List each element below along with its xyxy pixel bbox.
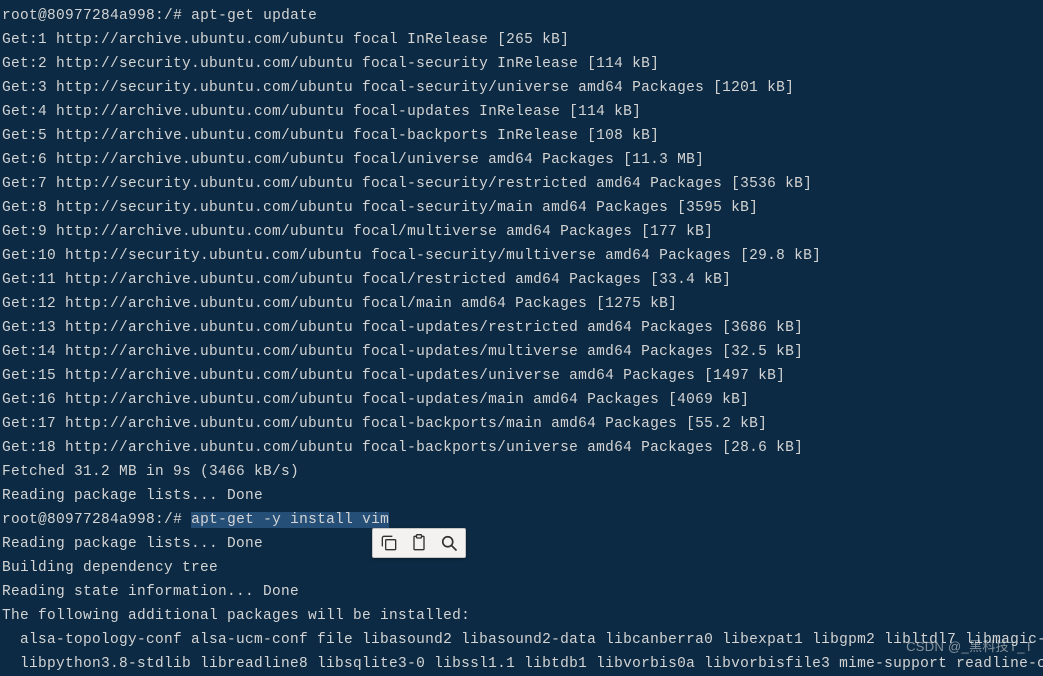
output-line: Building dependency tree [2, 556, 1041, 580]
output-line: Fetched 31.2 MB in 9s (3466 kB/s) [2, 460, 1041, 484]
output-line: Get:8 http://security.ubuntu.com/ubuntu … [2, 196, 1041, 220]
output-line: Reading state information... Done [2, 580, 1041, 604]
output-line: Get:15 http://archive.ubuntu.com/ubuntu … [2, 364, 1041, 388]
output-line: Get:6 http://archive.ubuntu.com/ubuntu f… [2, 148, 1041, 172]
paste-icon[interactable] [409, 533, 429, 553]
output-line: Reading package lists... Done [2, 532, 1041, 556]
prompt-line-1: root@80977284a998:/# apt-get update [2, 4, 1041, 28]
output-line: Get:7 http://security.ubuntu.com/ubuntu … [2, 172, 1041, 196]
copy-icon[interactable] [379, 533, 399, 553]
output-line: Get:1 http://archive.ubuntu.com/ubuntu f… [2, 28, 1041, 52]
prompt-line-2: root@80977284a998:/# apt-get -y install … [2, 508, 1041, 532]
output-line: Get:4 http://archive.ubuntu.com/ubuntu f… [2, 100, 1041, 124]
output-line: Get:18 http://archive.ubuntu.com/ubuntu … [2, 436, 1041, 460]
terminal-output[interactable]: root@80977284a998:/# apt-get update Get:… [2, 4, 1041, 676]
prompt-user-host: root@80977284a998 [2, 8, 155, 24]
output-line: Get:17 http://archive.ubuntu.com/ubuntu … [2, 412, 1041, 436]
selected-command: apt-get -y install vim [191, 512, 389, 528]
prompt-cwd: / [164, 8, 173, 24]
selection-toolbar [372, 528, 466, 558]
output-line: Get:12 http://archive.ubuntu.com/ubuntu … [2, 292, 1041, 316]
output-line: Get:9 http://archive.ubuntu.com/ubuntu f… [2, 220, 1041, 244]
output-line: The following additional packages will b… [2, 604, 1041, 628]
output-line: Get:3 http://security.ubuntu.com/ubuntu … [2, 76, 1041, 100]
output-line: Get:16 http://archive.ubuntu.com/ubuntu … [2, 388, 1041, 412]
prompt-symbol: # [173, 512, 182, 528]
output-line: Get:14 http://archive.ubuntu.com/ubuntu … [2, 340, 1041, 364]
output-line: Get:5 http://archive.ubuntu.com/ubuntu f… [2, 124, 1041, 148]
output-line: Get:2 http://security.ubuntu.com/ubuntu … [2, 52, 1041, 76]
prompt-symbol: # [173, 8, 182, 24]
output-line: Get:10 http://security.ubuntu.com/ubuntu… [2, 244, 1041, 268]
search-icon[interactable] [439, 533, 459, 553]
prompt-user-host: root@80977284a998 [2, 512, 155, 528]
output-line: Get:11 http://archive.ubuntu.com/ubuntu … [2, 268, 1041, 292]
prompt-command: apt-get update [191, 8, 317, 24]
prompt-cwd: / [164, 512, 173, 528]
output-line: Get:13 http://archive.ubuntu.com/ubuntu … [2, 316, 1041, 340]
output-line: Reading package lists... Done [2, 484, 1041, 508]
output-line: alsa-topology-conf alsa-ucm-conf file li… [2, 628, 1041, 652]
output-line: libpython3.8-stdlib libreadline8 libsqli… [2, 652, 1041, 676]
